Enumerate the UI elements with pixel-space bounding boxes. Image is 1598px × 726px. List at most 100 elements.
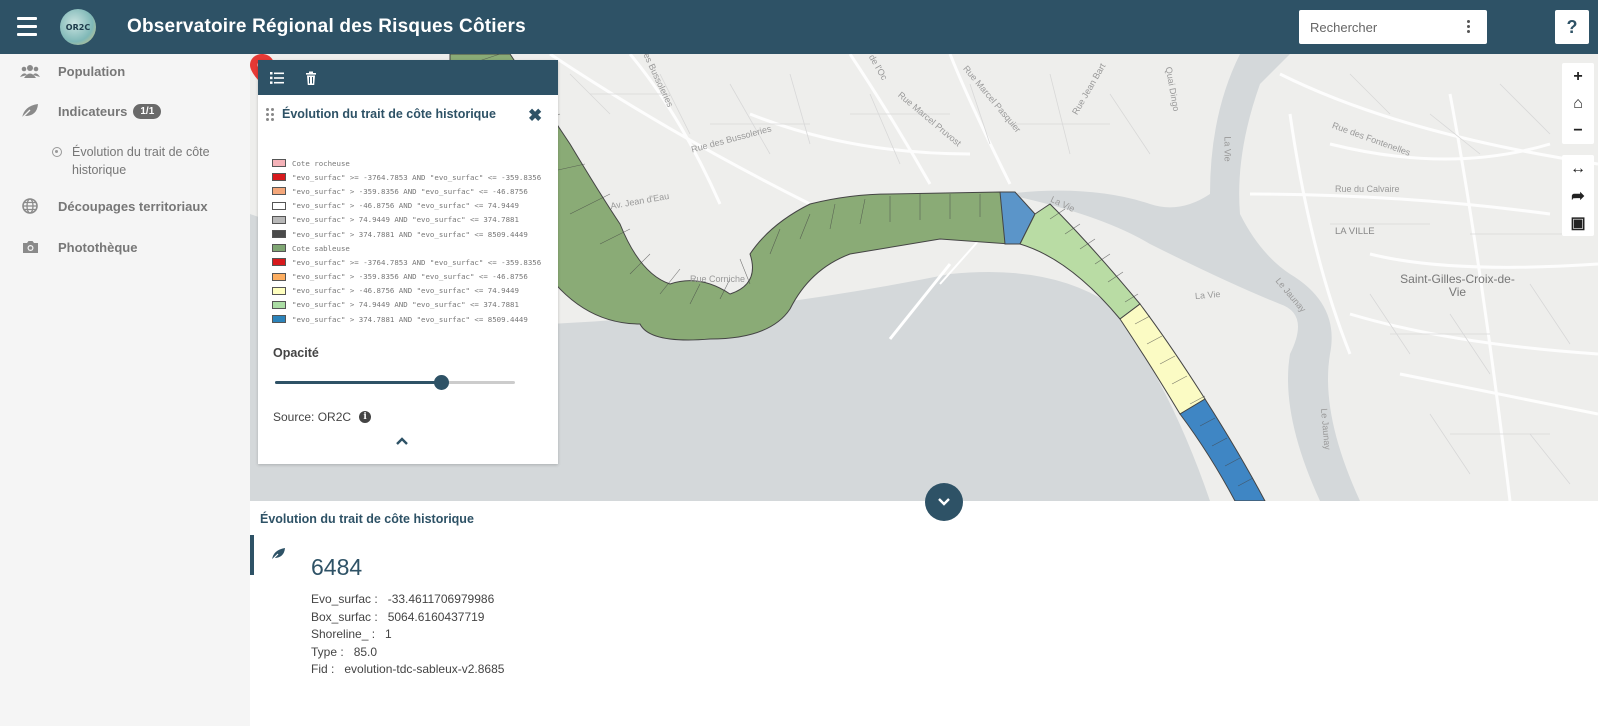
legend-label: "evo_surfac" > -359.8356 AND "evo_surfac… — [292, 186, 528, 196]
legend-swatch — [272, 272, 286, 281]
map-street-label: La Vie — [1222, 136, 1233, 162]
legend-toolbar — [258, 60, 558, 95]
map-place-label: LA VILLE — [1335, 226, 1375, 237]
radio-icon[interactable] — [52, 147, 62, 157]
legend-label: "evo_surfac" >= -3764.7853 AND "evo_surf… — [292, 172, 542, 182]
opacity-label: Opacité — [273, 346, 319, 360]
sidebar-subitem-label: Évolution du trait de côte historique — [72, 145, 210, 177]
legend-label: "evo_surfac" > -46.8756 AND "evo_surfac"… — [292, 286, 519, 296]
sidebar-item-label: Indicateurs — [58, 103, 128, 119]
zoom-in-button[interactable]: + — [1562, 63, 1594, 90]
attribute-key: Evo_surfac : — [311, 592, 378, 606]
legend-row: "evo_surfac" >= -3764.7853 AND "evo_surf… — [272, 170, 541, 184]
help-button[interactable]: ? — [1555, 10, 1589, 44]
close-icon[interactable]: ✖ — [528, 106, 542, 126]
app-title: Observatoire Régional des Risques Côtier… — [127, 16, 526, 37]
search-input[interactable] — [1310, 19, 1455, 35]
legend-swatch — [272, 230, 286, 239]
globe-icon — [20, 197, 40, 215]
legend-title: Évolution du trait de côte historique — [266, 107, 496, 121]
attribute-value: 1 — [385, 627, 392, 642]
legend-row: "evo_surfac" > 374.7881 AND "evo_surfac"… — [272, 227, 541, 241]
app-logo[interactable]: OR2C — [60, 9, 96, 45]
indicator-count-badge: 1/1 — [133, 103, 162, 119]
legend-row: "evo_surfac" >= -3764.7853 AND "evo_surf… — [272, 255, 541, 269]
legend-row: "evo_surfac" > -46.8756 AND "evo_surfac"… — [272, 284, 541, 298]
sidebar-subitem-evolution[interactable]: Évolution du trait de côte historique — [52, 143, 242, 179]
legend-swatch — [272, 300, 286, 309]
info-icon[interactable]: i — [359, 411, 372, 423]
leaf-icon — [20, 102, 40, 120]
source-line: Source: OR2C i — [273, 410, 372, 424]
search-box[interactable] — [1299, 10, 1487, 44]
more-options-icon[interactable] — [1467, 20, 1471, 35]
opacity-slider[interactable] — [275, 374, 515, 390]
measure-button[interactable]: ↔ — [1562, 155, 1594, 182]
attribute-row: Shoreline_ : 1 — [311, 626, 504, 644]
sidebar-item-population[interactable]: Population — [20, 62, 125, 80]
source-text: Source: OR2C — [273, 410, 352, 424]
share-button[interactable]: ➦ — [1562, 182, 1594, 209]
map-street-label: Rue Corniche — [690, 274, 746, 284]
legend-row: Cote sableuse — [272, 241, 541, 255]
sidebar-item-decoupages[interactable]: Découpages territoriaux — [20, 197, 208, 215]
legend-swatch — [272, 159, 286, 168]
drag-handle-icon[interactable] — [266, 107, 274, 121]
legend-label: "evo_surfac" > 374.7881 AND "evo_surfac"… — [292, 314, 528, 324]
legend-row: "evo_surfac" > 74.9449 AND "evo_surfac" … — [272, 298, 541, 312]
feature-id: 6484 — [311, 554, 363, 580]
attribute-key: Shoreline_ : — [311, 627, 376, 642]
zoom-controls: + ⌂ − — [1562, 63, 1594, 144]
legend-swatch — [272, 315, 286, 324]
camera-icon — [20, 238, 40, 256]
legend-label: "evo_surfac" > -46.8756 AND "evo_surfac"… — [292, 201, 519, 211]
slider-thumb[interactable] — [433, 375, 449, 390]
menu-icon[interactable] — [17, 17, 37, 37]
attribute-value: 5064.6160437719 — [387, 609, 485, 624]
legend-swatch — [272, 201, 286, 210]
legend-row: "evo_surfac" > 374.7881 AND "evo_surfac"… — [272, 312, 541, 326]
zoom-out-button[interactable]: − — [1562, 117, 1594, 144]
legend-label: Cote rocheuse — [292, 158, 350, 168]
sidebar-item-label: Découpages territoriaux — [58, 198, 208, 214]
attribute-row: Type : 85.0 — [311, 644, 504, 662]
attribute-row: Fid : evolution-tdc-sableux-v2.8685 — [311, 661, 504, 679]
map-street-label: Rue du Calvaire — [1335, 184, 1400, 194]
attribute-key: Box_surfac : — [311, 609, 378, 624]
sidebar-item-label: Population — [58, 63, 126, 79]
legend-swatch — [272, 258, 286, 267]
sidebar-item-phototheque[interactable]: Photothèque — [20, 238, 137, 256]
chevron-up-icon[interactable] — [395, 436, 409, 446]
legend-swatch — [272, 244, 286, 253]
detail-accent-bar — [250, 535, 254, 575]
sidebar-item-indicateurs[interactable]: Indicateurs 1/1 — [20, 102, 162, 120]
feature-attributes: Evo_surfac : -33.4611706979986 Box_surfac … — [311, 591, 504, 679]
legend-title-text: Évolution du trait de côte historique — [282, 107, 496, 121]
attribute-value: -33.4611706979986 — [387, 592, 495, 606]
attribute-value: 85.0 — [353, 644, 378, 659]
detail-toggle-button[interactable] — [925, 483, 963, 521]
detail-title: Évolution du trait de côte historique — [260, 512, 474, 526]
home-button[interactable]: ⌂ — [1562, 90, 1594, 117]
legend-row: "evo_surfac" > -359.8356 AND "evo_surfac… — [272, 270, 541, 284]
legend-label: "evo_surfac" > 374.7881 AND "evo_surfac"… — [292, 229, 528, 239]
sidebar: Population Indicateurs 1/1 Évolution du … — [0, 54, 250, 726]
leaf-icon — [270, 548, 285, 562]
legend-label: "evo_surfac" > 74.9449 AND "evo_surfac" … — [292, 215, 519, 225]
users-icon — [20, 62, 40, 80]
map-city-label: Saint-Gilles-Croix-de-Vie — [1400, 272, 1515, 299]
legend-list: Cote rocheuse "evo_surfac" >= -3764.7853 … — [272, 156, 541, 326]
logo-text: OR2C — [65, 22, 91, 32]
chevron-down-icon — [938, 498, 950, 506]
attribute-value: evolution-tdc-sableux-v2.8685 — [344, 662, 505, 677]
legend-swatch — [272, 286, 286, 295]
layer-legend-panel: Évolution du trait de côte historique ✖ … — [258, 60, 558, 464]
top-bar: OR2C Observatoire Régional des Risques C… — [0, 0, 1598, 54]
attribute-row: Evo_surfac : -33.4611706979986 — [311, 591, 504, 609]
tool-controls: ↔ ➦ ▣ — [1562, 155, 1594, 236]
trash-icon[interactable] — [304, 71, 318, 85]
export-image-button[interactable]: ▣ — [1562, 209, 1594, 236]
legend-label: "evo_surfac" > -359.8356 AND "evo_surfac… — [292, 272, 528, 282]
list-icon[interactable] — [270, 71, 284, 85]
legend-label: "evo_surfac" > 74.9449 AND "evo_surfac" … — [292, 300, 519, 310]
